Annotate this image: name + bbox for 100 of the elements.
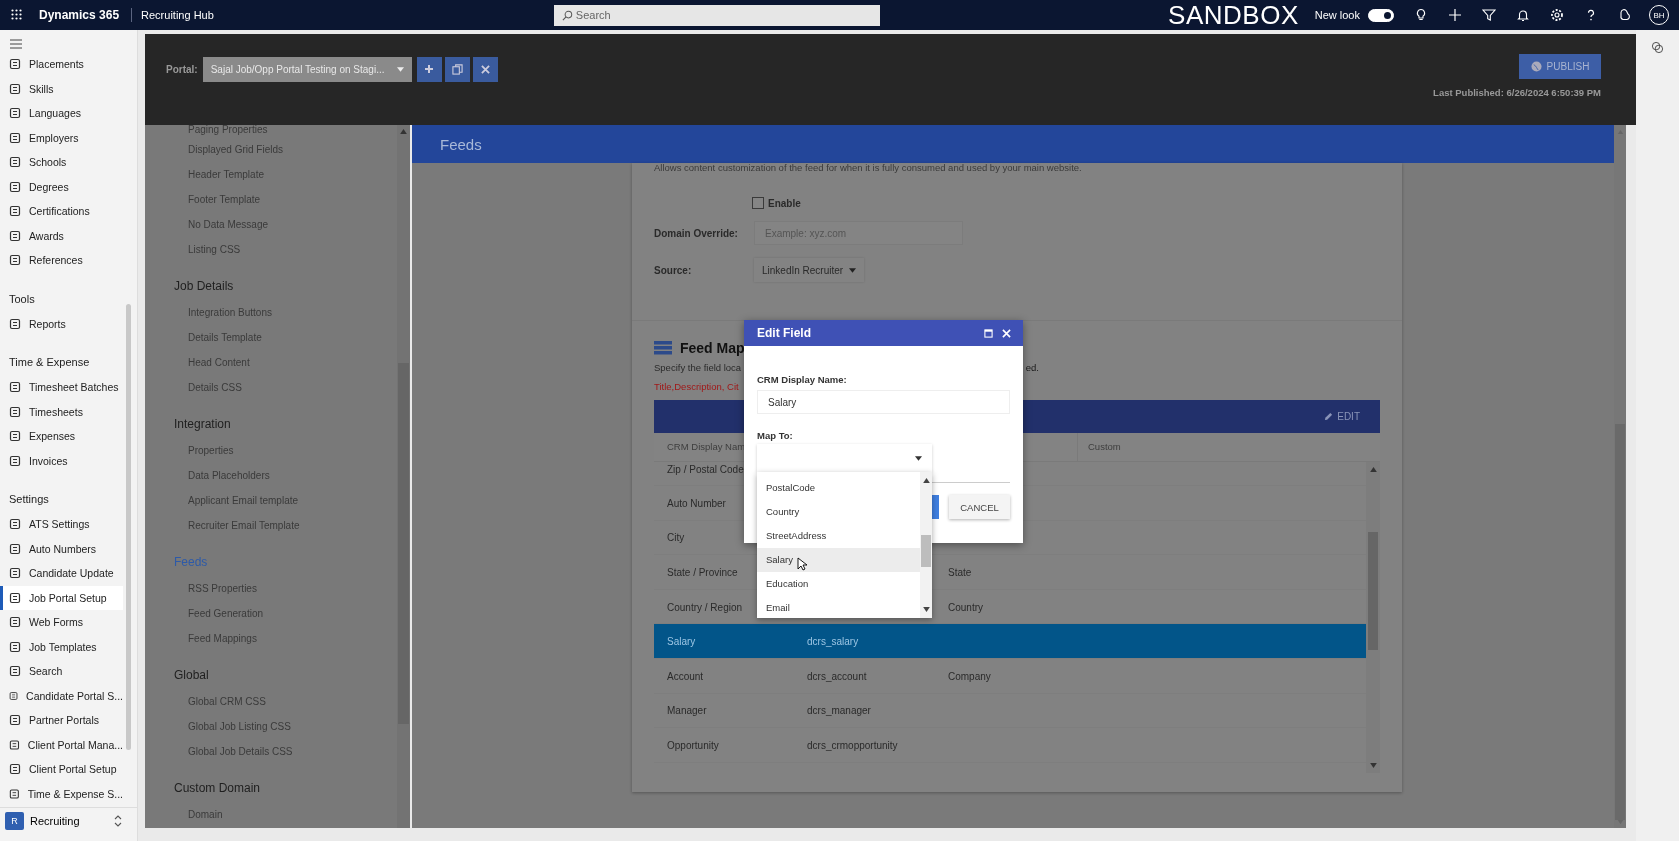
nav-item[interactable]: References (0, 248, 123, 273)
scrollbar[interactable] (397, 125, 410, 828)
nav-item[interactable]: Candidate Portal S... (0, 683, 123, 708)
nav-item[interactable]: Placements (0, 52, 123, 77)
scroll-down-icon[interactable] (922, 607, 930, 612)
instruction-text: Specify the field loca (654, 361, 742, 375)
menu-section-title[interactable]: Integration (174, 410, 397, 438)
menu-item[interactable]: RSS Properties (174, 576, 397, 601)
nav-item[interactable]: Job Templates (0, 634, 123, 659)
menu-item[interactable]: Details CSS (174, 375, 397, 400)
nav-item[interactable]: Candidate Update (0, 561, 123, 586)
table-row[interactable]: Manager dcrs_manager (654, 693, 1366, 729)
scrollbar[interactable] (920, 472, 932, 618)
nav-item[interactable]: Expenses (0, 424, 123, 449)
menu-item[interactable]: Details Template (174, 325, 397, 350)
menu-item[interactable]: Data Placeholders (174, 463, 397, 488)
nav-item[interactable]: Timesheet Batches (0, 375, 123, 400)
menu-item[interactable]: Feed Mappings (174, 626, 397, 651)
nav-item[interactable]: Partner Portals (0, 708, 123, 733)
square-icon (9, 787, 20, 800)
nav-item[interactable]: Skills (0, 76, 123, 101)
nav-item[interactable]: ATS Settings (0, 512, 123, 537)
nav-item[interactable]: Languages (0, 101, 123, 126)
chat-icon[interactable] (1651, 41, 1664, 54)
nav-item[interactable]: Auto Numbers (0, 536, 123, 561)
dropdown-option[interactable]: Email (757, 596, 920, 620)
enable-checkbox[interactable] (752, 197, 764, 209)
menu-item[interactable]: No Data Message (174, 212, 397, 237)
caret-icon (849, 267, 856, 273)
menu-item[interactable]: Recruiter Email Template (174, 513, 397, 538)
nav-item[interactable]: Employers (0, 125, 123, 150)
dropdown-option[interactable]: StreetAddress (757, 524, 920, 548)
dropdown-option[interactable]: Country (757, 500, 920, 524)
table-row[interactable]: Opportunity dcrs_crmopportunity (654, 728, 1366, 763)
maximize-icon[interactable] (984, 328, 993, 338)
menu-item[interactable]: Paging Properties (174, 125, 397, 137)
menu-section-title[interactable]: Custom Domain (174, 774, 397, 802)
add-button[interactable] (416, 56, 442, 82)
filter-icon[interactable] (1482, 8, 1496, 22)
delete-button[interactable] (472, 56, 498, 82)
menu-item[interactable]: Properties (174, 438, 397, 463)
menu-item[interactable]: Feed Generation (174, 601, 397, 626)
menu-item[interactable]: Global CRM CSS (174, 689, 397, 714)
table-cell: dcrs_salary (807, 635, 859, 647)
menu-item[interactable]: Displayed Grid Fields (174, 137, 397, 162)
menu-item[interactable]: Domain (174, 802, 397, 827)
nav-item[interactable]: Job Portal Setup (0, 585, 123, 610)
app-launcher-icon[interactable] (11, 9, 23, 21)
menu-item[interactable]: Applicant Email template (174, 488, 397, 513)
menu-icon[interactable] (10, 39, 22, 49)
display-name-field[interactable]: Salary (757, 390, 1010, 414)
portal-select[interactable]: Sajal Job/Opp Portal Testing on Stagi... (202, 56, 412, 82)
menu-item[interactable]: Global Job Listing CSS (174, 714, 397, 739)
nav-item[interactable]: Awards (0, 223, 123, 248)
source-select[interactable]: LinkedIn Recruiter (754, 258, 864, 282)
table-cell: dcrs_crmopportunity (807, 739, 898, 751)
scrollbar-thumb[interactable] (921, 535, 931, 567)
copy-button[interactable] (444, 56, 470, 82)
cancel-button[interactable]: CANCEL (949, 495, 1010, 519)
scrollbar-thumb[interactable] (398, 363, 409, 724)
nav-item[interactable]: Reports (0, 311, 123, 336)
edit-button[interactable]: EDIT (1324, 411, 1360, 422)
nav-item[interactable]: Timesheets (0, 399, 123, 424)
publish-button[interactable]: PUBLISH (1519, 54, 1601, 79)
table-row[interactable]: Salary dcrs_salary (654, 624, 1366, 659)
nav-item[interactable]: Certifications (0, 199, 123, 224)
column-header[interactable]: Custom (1088, 441, 1121, 453)
plus-icon[interactable] (1448, 8, 1462, 22)
nav-item[interactable]: Search (0, 659, 123, 684)
table-row[interactable]: Account dcrs_account Company (654, 658, 1366, 694)
scroll-up-icon[interactable] (922, 478, 930, 483)
close-icon[interactable] (1002, 328, 1011, 338)
nav-item[interactable]: Client Portal Setup (0, 757, 123, 782)
settings-icon[interactable] (1550, 8, 1564, 22)
nav-item[interactable]: Invoices (0, 448, 123, 473)
search-field[interactable]: Search (553, 4, 880, 26)
menu-section-title[interactable]: Job Details (174, 272, 397, 300)
scrollbar-thumb[interactable] (126, 304, 131, 750)
new-look-toggle[interactable] (1368, 8, 1394, 22)
menu-item[interactable]: Listing CSS (174, 237, 397, 262)
scrollbar[interactable] (1614, 125, 1626, 828)
dropdown-option[interactable]: Salary (757, 548, 920, 572)
menu-item[interactable]: Global Job Details CSS (174, 739, 397, 764)
app-name[interactable]: Dynamics 365 (39, 8, 133, 22)
menu-section-title[interactable]: Global (174, 661, 397, 689)
menu-item[interactable]: Footer Template (174, 187, 397, 212)
menu-item[interactable]: Head Content (174, 350, 397, 375)
nav-item[interactable]: Degrees (0, 174, 123, 199)
scrollbar-thumb[interactable] (1615, 424, 1625, 820)
nav-item[interactable]: Schools (0, 150, 123, 175)
nav-item[interactable]: Web Forms (0, 610, 123, 635)
scrollbar[interactable] (1366, 462, 1380, 773)
bell-icon[interactable] (1516, 8, 1530, 22)
square-icon (9, 518, 21, 531)
menu-item[interactable]: Header Template (174, 162, 397, 187)
lightbulb-icon[interactable] (1414, 8, 1428, 22)
area-switcher[interactable]: R Recruiting (0, 807, 137, 834)
nav-item[interactable]: Time & Expense S... (0, 781, 123, 806)
menu-item[interactable]: Integration Buttons (174, 300, 397, 325)
nav-item[interactable]: Client Portal Mana... (0, 732, 123, 757)
